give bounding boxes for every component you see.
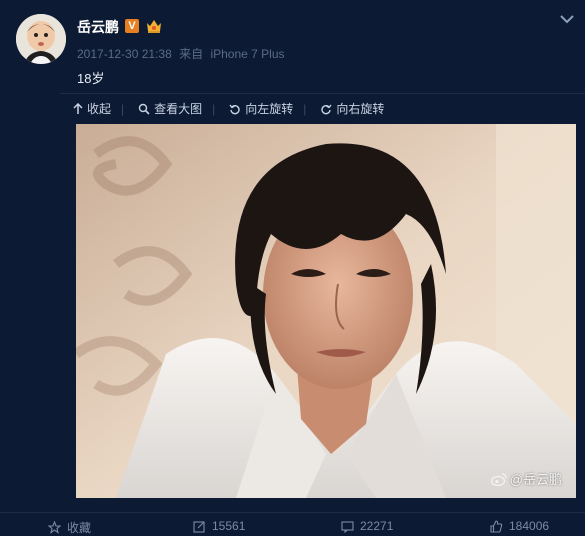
favorite-label: 收藏 xyxy=(67,521,92,535)
divider xyxy=(60,93,585,94)
comment-icon xyxy=(341,520,354,533)
rotate-right-button[interactable]: 向右旋转 xyxy=(320,100,384,117)
favorite-button[interactable]: 收藏 xyxy=(48,519,91,536)
rotate-right-label: 向右旋转 xyxy=(336,102,385,116)
vip-crown-icon xyxy=(147,20,161,33)
weibo-logo-icon xyxy=(490,472,507,486)
magnifier-icon xyxy=(138,103,150,115)
comment-button[interactable]: 22271 xyxy=(341,519,393,533)
weibo-post: 岳云鹏 V 2017-12-30 21:38 来自 iPhone 7 Plus … xyxy=(0,0,585,536)
timestamp[interactable]: 2017-12-30 21:38 xyxy=(77,47,172,61)
collapse-icon xyxy=(73,102,83,114)
post-meta: 2017-12-30 21:38 来自 iPhone 7 Plus xyxy=(77,45,289,62)
comment-count: 22271 xyxy=(360,519,394,533)
rotate-left-label: 向左旋转 xyxy=(245,102,294,116)
collapse-button[interactable]: 收起 | xyxy=(73,100,124,117)
source-prefix: 来自 xyxy=(179,47,204,61)
username[interactable]: 岳云鹏 xyxy=(77,17,119,37)
view-large-button[interactable]: 查看大图 | xyxy=(138,100,215,117)
rotate-right-icon xyxy=(321,104,332,114)
like-button[interactable]: 184006 xyxy=(490,519,549,533)
rotate-left-icon xyxy=(229,104,240,114)
watermark-text: @岳云鹏 xyxy=(509,472,562,487)
toolbar-separator: | xyxy=(121,101,125,116)
collapse-label: 收起 xyxy=(87,102,112,116)
post-image[interactable]: @岳云鹏 xyxy=(76,124,576,498)
avatar[interactable] xyxy=(16,14,66,64)
rotate-left-button[interactable]: 向左旋转 | xyxy=(229,100,306,117)
toolbar-separator: | xyxy=(212,101,216,116)
repost-button[interactable]: 15561 xyxy=(193,519,245,533)
image-toolbar: 收起 | 查看大图 | 向左旋转 | 向右旋转 xyxy=(73,100,398,117)
repost-count: 15561 xyxy=(212,519,246,533)
verified-badge-icon: V xyxy=(125,19,139,33)
repost-icon xyxy=(193,520,205,533)
toolbar-separator: | xyxy=(303,101,307,116)
like-count: 184006 xyxy=(509,519,550,533)
action-bar: 收藏 15561 22271 184006 xyxy=(0,512,585,536)
chevron-down-icon[interactable] xyxy=(559,13,575,25)
post-text: 18岁 xyxy=(77,71,105,86)
view-large-label: 查看大图 xyxy=(154,102,203,116)
source: iPhone 7 Plus xyxy=(210,47,285,61)
thumbs-up-icon xyxy=(490,519,503,533)
image-watermark: @岳云鹏 xyxy=(490,469,562,488)
star-icon xyxy=(48,521,61,534)
